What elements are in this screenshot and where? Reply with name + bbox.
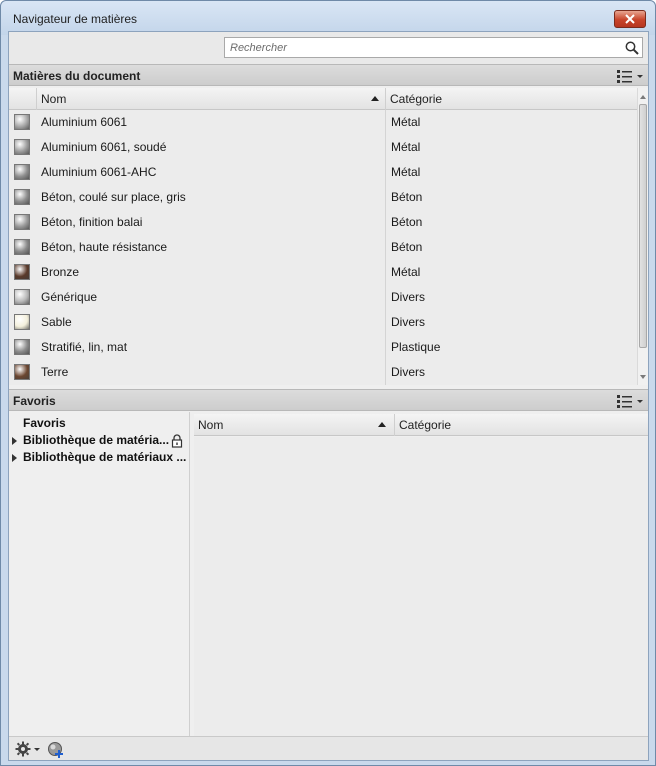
window-title: Navigateur de matières — [13, 12, 138, 26]
favorites-header: Favoris — [9, 389, 648, 411]
close-icon — [625, 14, 635, 24]
scroll-down-icon[interactable] — [640, 375, 646, 379]
material-name: Sable — [41, 315, 72, 329]
chevron-down-icon — [637, 74, 643, 78]
add-material-icon[interactable] — [47, 741, 65, 759]
material-category: Métal — [391, 115, 421, 129]
material-browser-window: Navigateur de matières Matières du docum… — [0, 0, 656, 766]
table-row[interactable]: Béton, haute résistance Béton — [9, 235, 637, 260]
material-swatch — [14, 289, 30, 305]
material-category: Divers — [391, 365, 426, 379]
table-row[interactable]: Stratifié, lin, mat Plastique — [9, 335, 637, 360]
material-category: Métal — [391, 165, 421, 179]
table-row[interactable]: Aluminium 6061, soudé Métal — [9, 135, 637, 160]
material-category: Divers — [391, 290, 426, 304]
table-row[interactable]: Terre Divers — [9, 360, 637, 385]
gear-icon — [15, 741, 31, 757]
material-swatch — [14, 364, 30, 380]
favorites-table-header: Nom Catégorie — [194, 414, 648, 436]
name-column-header[interactable]: Nom — [36, 88, 385, 110]
sort-ascending-icon — [371, 96, 379, 101]
browser-footer — [9, 736, 648, 760]
material-swatch — [14, 114, 30, 130]
category-column-label: Catégorie — [390, 92, 443, 106]
search-icon[interactable] — [624, 40, 640, 56]
swatch-column-header — [9, 88, 36, 110]
sort-ascending-icon — [378, 422, 386, 427]
document-table-header: Nom Catégorie — [9, 88, 637, 110]
material-swatch — [14, 339, 30, 355]
material-swatch — [14, 214, 30, 230]
favorites-name-column-header[interactable]: Nom — [194, 414, 394, 436]
table-row[interactable]: Bronze Métal — [9, 260, 637, 285]
list-view-icon — [617, 70, 632, 83]
scroll-up-icon[interactable] — [640, 95, 646, 99]
document-materials-list: Aluminium 6061 Métal Aluminium 6061, soudé… — [9, 110, 637, 385]
tree-item-label: Favoris — [23, 416, 66, 430]
material-name: Terre — [41, 365, 69, 379]
scroll-thumb[interactable] — [639, 104, 647, 348]
material-name: Aluminium 6061-AHC — [41, 165, 157, 179]
favorites-tree: Favoris Bibliothèque de matéria... Bibli… — [9, 412, 190, 736]
material-swatch — [14, 139, 30, 155]
material-name: Aluminium 6061, soudé — [41, 140, 167, 154]
expand-arrow-icon[interactable] — [12, 437, 17, 445]
material-swatch — [14, 264, 30, 280]
material-name: Générique — [41, 290, 98, 304]
material-swatch — [14, 189, 30, 205]
tree-item-library-1[interactable]: Bibliothèque de matéria... — [9, 433, 190, 450]
material-swatch — [14, 314, 30, 330]
table-row[interactable]: Béton, coulé sur place, gris Béton — [9, 185, 637, 210]
material-category: Plastique — [391, 340, 441, 354]
table-row[interactable]: Aluminium 6061 Métal — [9, 110, 637, 135]
favorites-name-column-label: Nom — [198, 418, 224, 432]
favorites-materials-list — [194, 437, 648, 736]
search-input[interactable] — [224, 37, 643, 58]
expand-arrow-icon[interactable] — [12, 454, 17, 462]
material-name: Aluminium 6061 — [41, 115, 128, 129]
table-row[interactable]: Aluminium 6061-AHC Métal — [9, 160, 637, 185]
tree-item-favoris[interactable]: Favoris — [23, 416, 66, 433]
material-swatch — [14, 164, 30, 180]
tree-item-label: Bibliothèque de matéria... — [23, 433, 170, 447]
material-category: Divers — [391, 315, 426, 329]
search-bar — [9, 32, 648, 64]
name-column-label: Nom — [41, 92, 67, 106]
settings-button[interactable] — [15, 741, 40, 757]
chevron-down-icon — [34, 747, 40, 751]
table-row[interactable]: Sable Divers — [9, 310, 637, 335]
list-view-icon — [617, 395, 632, 408]
material-category: Métal — [391, 265, 421, 279]
tree-item-label: Bibliothèque de matériaux ... — [23, 450, 187, 464]
document-view-options-button[interactable] — [616, 68, 646, 84]
material-category: Métal — [391, 140, 421, 154]
favorites-title: Favoris — [13, 394, 56, 408]
material-name: Béton, finition balai — [41, 215, 143, 229]
material-category: Béton — [391, 215, 423, 229]
material-category: Béton — [391, 240, 423, 254]
document-materials-title: Matières du document — [13, 69, 141, 83]
material-name: Béton, coulé sur place, gris — [41, 190, 186, 204]
favorites-view-options-button[interactable] — [616, 393, 646, 409]
category-column-header[interactable]: Catégorie — [385, 88, 637, 110]
tree-item-library-2[interactable]: Bibliothèque de matériaux ... — [9, 450, 190, 467]
material-name: Bronze — [41, 265, 80, 279]
browser-content: Matières du document Nom Catégorie — [8, 31, 649, 761]
material-swatch — [14, 239, 30, 255]
table-row[interactable]: Générique Divers — [9, 285, 637, 310]
favorites-category-column-header[interactable]: Catégorie — [394, 414, 648, 436]
material-name: Stratifié, lin, mat — [41, 340, 128, 354]
close-button[interactable] — [614, 10, 646, 28]
title-bar: Navigateur de matières — [1, 1, 655, 35]
lock-icon — [171, 434, 183, 448]
table-row[interactable]: Béton, finition balai Béton — [9, 210, 637, 235]
document-list-scrollbar[interactable] — [637, 88, 648, 385]
favorites-category-column-label: Catégorie — [399, 418, 452, 432]
chevron-down-icon — [637, 399, 643, 403]
material-category: Béton — [391, 190, 423, 204]
document-materials-header: Matières du document — [9, 64, 648, 86]
material-name: Béton, haute résistance — [41, 240, 168, 254]
